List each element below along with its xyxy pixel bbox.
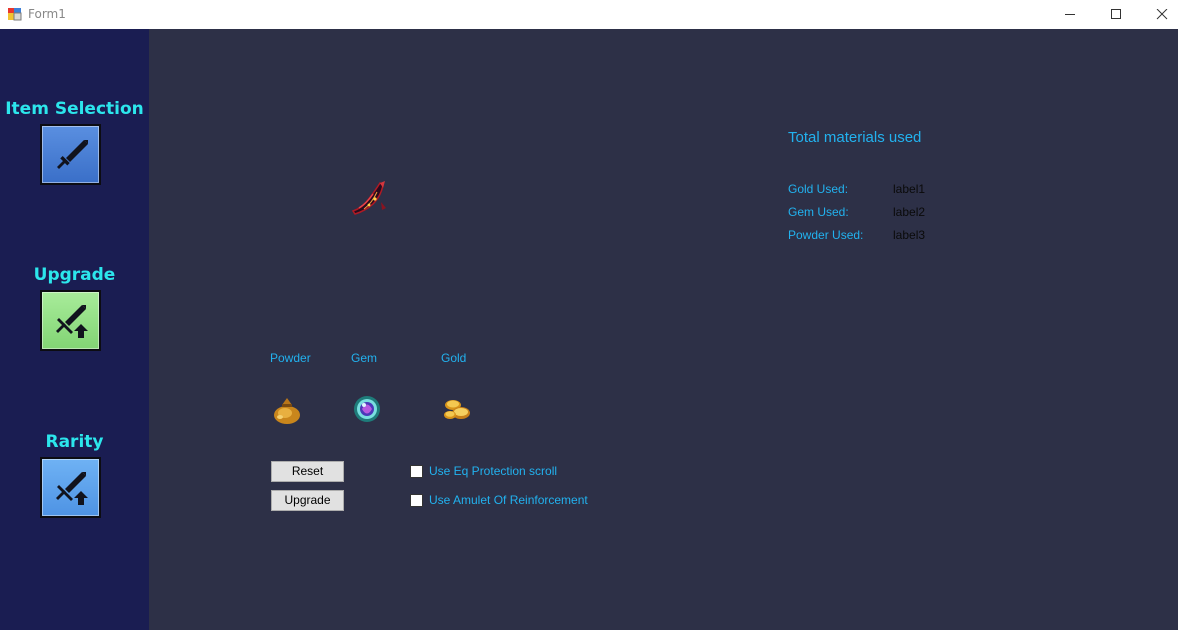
gem-used-label: Gem Used: [788, 205, 849, 219]
sidebar-item-upgrade-label: Upgrade [33, 265, 116, 285]
gold-coins-icon [444, 400, 470, 419]
powder-label: Powder [270, 351, 311, 365]
close-icon [1156, 9, 1168, 20]
maximize-icon [1111, 9, 1121, 19]
sword-icon [57, 140, 88, 169]
title-bar: Form1 [0, 0, 1178, 29]
eq-protection-checkbox[interactable] [410, 465, 423, 478]
powder-used-label: Powder Used: [788, 228, 864, 242]
window-title: Form1 [28, 7, 66, 21]
reset-button[interactable]: Reset [271, 461, 344, 482]
gem-icon [354, 396, 380, 422]
gold-used-label: Gold Used: [788, 182, 849, 196]
materials-heading: Total materials used [788, 129, 922, 146]
item-selection-button[interactable] [40, 124, 101, 185]
gold-label: Gold [441, 351, 467, 365]
sword-upgrade-icon [56, 472, 88, 505]
sidebar-item-rarity-label: Rarity [45, 432, 104, 452]
app-icon [8, 8, 22, 21]
close-button[interactable] [1139, 0, 1178, 29]
sidebar-item-selection-label: Item Selection [5, 99, 144, 119]
rarity-nav-button[interactable] [40, 457, 101, 518]
sidebar: Item Selection Upgrade Rarity [0, 29, 149, 630]
amulet-reinforcement-checkbox[interactable] [410, 494, 423, 507]
upgrade-button[interactable]: Upgrade [271, 490, 344, 511]
gem-label: Gem [351, 351, 378, 365]
gem-used-value: label2 [893, 205, 926, 219]
maximize-button[interactable] [1093, 0, 1139, 29]
powder-bag-icon [274, 398, 300, 424]
minimize-icon [1065, 14, 1075, 15]
gold-used-value: label1 [893, 182, 926, 196]
amulet-reinforcement-label[interactable]: Use Amulet Of Reinforcement [429, 493, 588, 507]
minimize-button[interactable] [1047, 0, 1093, 29]
powder-used-value: label3 [893, 228, 926, 242]
sword-upgrade-icon [56, 305, 88, 338]
upgrade-nav-button[interactable] [40, 290, 101, 351]
selected-item-icon [351, 181, 386, 215]
eq-protection-label[interactable]: Use Eq Protection scroll [429, 464, 557, 478]
